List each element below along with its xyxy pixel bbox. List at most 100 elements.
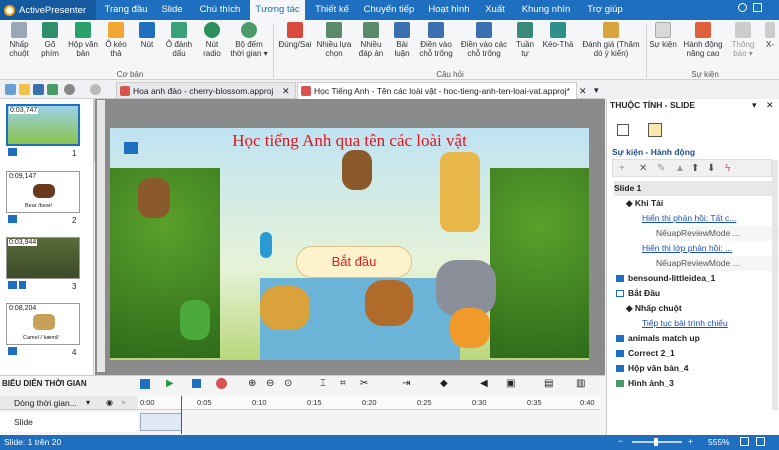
- delete-icon[interactable]: ✕: [639, 163, 647, 174]
- undo-icon[interactable]: [64, 84, 75, 95]
- more-button[interactable]: X-: [762, 22, 778, 70]
- eye-icon[interactable]: ◉: [106, 398, 113, 407]
- record-audio-icon[interactable]: [216, 378, 227, 389]
- radio-button[interactable]: Nút radio: [198, 22, 226, 70]
- full-screen-icon[interactable]: [756, 437, 765, 446]
- start-button[interactable]: Bắt đầu: [296, 246, 412, 278]
- stop-icon[interactable]: [192, 379, 201, 388]
- button-button[interactable]: Nút: [134, 22, 160, 70]
- crop-icon[interactable]: ⌗: [340, 378, 346, 389]
- events-button[interactable]: Sự kiện: [648, 22, 678, 70]
- slide-title[interactable]: Học tiếng Anh qua tên các loài vật: [110, 131, 589, 151]
- properties-scrollbar[interactable]: [772, 160, 778, 410]
- condition-item[interactable]: NếuapReviewMode ...: [656, 256, 779, 271]
- timer-button[interactable]: Bộ đếm thời gian ▾: [228, 22, 270, 70]
- tab-tuong-tac[interactable]: Tương tác: [250, 0, 305, 20]
- tree-item[interactable]: Slide 1: [614, 181, 772, 196]
- tab-hoat-hinh[interactable]: Hoạt hình: [422, 0, 476, 20]
- tab-khung-nhin[interactable]: Khung nhìn: [518, 0, 574, 20]
- move-up-icon[interactable]: ▲: [675, 163, 685, 174]
- essay-button[interactable]: Bài luận: [390, 22, 414, 70]
- new-file-icon[interactable]: [5, 84, 16, 95]
- advanced-actions-button[interactable]: Hành động nâng cao: [680, 22, 726, 70]
- action-link[interactable]: Hiển thị lớp phản hồi: ...: [642, 241, 779, 256]
- edit-icon[interactable]: ✎: [657, 163, 665, 174]
- sequence-button[interactable]: Tuần tự: [512, 22, 538, 70]
- zoom-fit-icon[interactable]: ⊙: [284, 378, 292, 389]
- fill-blank-button[interactable]: Điền vào chỗ trống: [416, 22, 456, 70]
- drag-drop-button[interactable]: Kéo-Thả: [540, 22, 576, 70]
- record-icon[interactable]: [140, 379, 150, 389]
- drop-area-button[interactable]: Ô kéo thả: [102, 22, 130, 70]
- action-link[interactable]: Hiển thị phản hồi: Tất c...: [642, 211, 779, 226]
- help-icon[interactable]: [738, 3, 747, 12]
- app-menu-button[interactable]: ActivePresenter: [0, 0, 96, 20]
- chart-icon[interactable]: ▤: [544, 378, 553, 389]
- fill-icon[interactable]: ◆: [440, 378, 448, 389]
- slide-thumbnail-3[interactable]: 0:03,944: [6, 237, 80, 279]
- tree-item[interactable]: bensound-littleidea_1: [628, 271, 779, 286]
- trim-icon[interactable]: ⌶: [320, 378, 326, 389]
- tree-item[interactable]: Hình ảnh_3: [628, 376, 779, 391]
- tree-item[interactable]: Hộp văn bản_4: [628, 361, 779, 376]
- move-top-icon[interactable]: ⬆: [691, 163, 699, 174]
- tree-item[interactable]: ◆ Khi Tải: [626, 196, 779, 211]
- slide-thumbnail-2[interactable]: 0:09,147 Bear /beər/: [6, 171, 80, 213]
- cut-icon[interactable]: ✂: [360, 378, 368, 389]
- slide-duration-bar[interactable]: [140, 413, 182, 431]
- notification-button[interactable]: Thông báo ▾: [728, 22, 758, 70]
- true-false-button[interactable]: Đúng/Sai: [276, 22, 314, 70]
- open-folder-icon[interactable]: [19, 84, 30, 95]
- tab-chu-thich[interactable]: Chú thích: [193, 0, 247, 20]
- slide-canvas[interactable]: Học tiếng Anh qua tên các loài vật Bắt đ…: [110, 128, 589, 360]
- doc-tab-cherry-blossom[interactable]: Hoa anh đào - cherry-blossom.approj: [116, 82, 296, 99]
- save-icon[interactable]: [33, 84, 44, 95]
- tab-trang-dau[interactable]: Trang đầu: [100, 0, 152, 20]
- slide-properties-icon[interactable]: [617, 124, 629, 136]
- lightning-icon[interactable]: ϟ: [725, 163, 730, 174]
- lock-icon[interactable]: ▫: [122, 398, 125, 407]
- export-icon[interactable]: ▥: [576, 378, 585, 389]
- move-down-icon[interactable]: ⬇: [707, 163, 715, 174]
- zoom-slider-handle[interactable]: [654, 438, 658, 446]
- click-button[interactable]: Nhấp chuột: [2, 22, 36, 70]
- ribbon-collapse-icon[interactable]: [752, 3, 762, 12]
- close-icon[interactable]: ✕: [282, 86, 290, 97]
- tab-tro-giup[interactable]: Trợ giúp: [580, 0, 630, 20]
- window-controls[interactable]: [738, 3, 776, 17]
- interactivity-icon[interactable]: [648, 123, 662, 137]
- multiple-choice-button[interactable]: Nhiều lựa chọn: [316, 22, 352, 70]
- tab-thiet-ke[interactable]: Thiết kế: [308, 0, 356, 20]
- tree-item[interactable]: Bắt Đầu: [628, 286, 779, 301]
- tab-chuyen-tiep[interactable]: Chuyển tiếp: [360, 0, 418, 20]
- close-icon[interactable]: ✕: [766, 100, 774, 111]
- fill-blanks-button[interactable]: Điền vào các chỗ trống: [458, 22, 510, 70]
- dropdown-chevron-icon[interactable]: ▾: [86, 398, 90, 407]
- close-icon[interactable]: ✕: [579, 86, 587, 97]
- zoom-in-icon[interactable]: ⊕: [248, 378, 256, 389]
- zoom-out-icon[interactable]: −: [618, 436, 623, 446]
- zoom-out-icon[interactable]: ⊖: [266, 378, 274, 389]
- tree-item[interactable]: ◆ Nhấp chuột: [626, 301, 779, 316]
- volume-icon[interactable]: ◀: [480, 378, 488, 389]
- redo-icon[interactable]: [90, 84, 101, 95]
- events-actions-section[interactable]: Sự kiện - Hành động: [612, 147, 695, 157]
- multiple-response-button[interactable]: Nhiều đáp án: [354, 22, 388, 70]
- condition-item[interactable]: NếuapReviewMode ...: [656, 226, 779, 241]
- slide-thumbnail-1[interactable]: 0:03,747: [6, 104, 80, 146]
- text-entry-button[interactable]: Hộp văn bản: [64, 22, 102, 70]
- canvas-vertical-scrollbar[interactable]: [97, 100, 105, 372]
- checkbox-button[interactable]: Ô đánh dấu: [162, 22, 196, 70]
- action-link[interactable]: Tiếp tục bài trình chiếu: [642, 316, 779, 331]
- insert-time-icon[interactable]: ⇥: [402, 378, 410, 389]
- pin-icon[interactable]: ▾: [752, 100, 757, 111]
- timeline-slide-row[interactable]: Slide: [0, 412, 138, 432]
- keystroke-button[interactable]: Gõ phím: [36, 22, 64, 70]
- add-icon[interactable]: +: [619, 163, 625, 174]
- tab-slide[interactable]: Slide: [154, 0, 190, 20]
- fit-window-icon[interactable]: [740, 437, 749, 446]
- zoom-in-icon[interactable]: +: [688, 436, 693, 446]
- tab-list-chevron-icon[interactable]: ▾: [594, 85, 599, 96]
- rating-scale-button[interactable]: Đánh giá (Thăm dò ý kiến): [578, 22, 644, 70]
- slide-thumbnail-4[interactable]: 0:08,204 Camel /ˈkæml/: [6, 303, 80, 345]
